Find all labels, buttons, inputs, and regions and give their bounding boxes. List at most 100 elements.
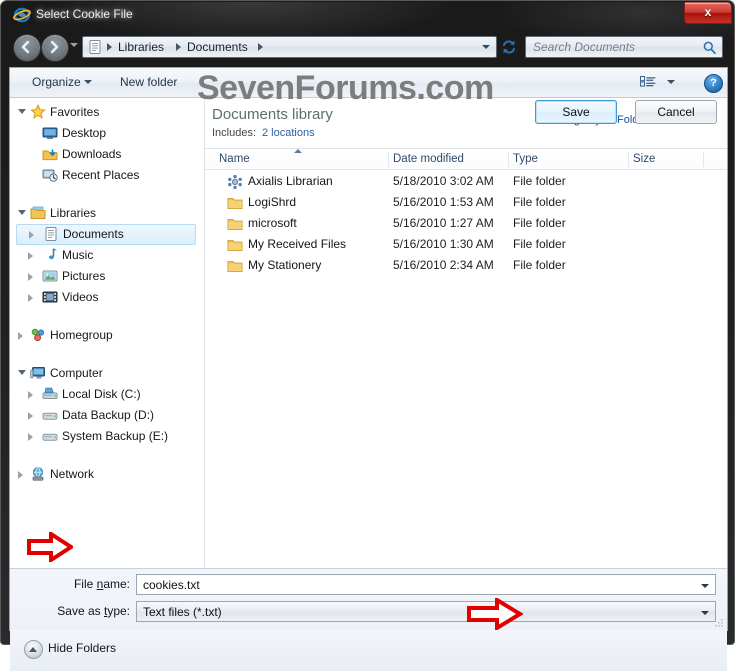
sidebar-item-videos[interactable]: Videos xyxy=(16,287,196,308)
address-chevron-down-icon[interactable] xyxy=(482,45,490,49)
resize-grip[interactable] xyxy=(713,617,724,628)
sidebar-item-desktop[interactable]: Desktop xyxy=(16,123,196,144)
folder-icon xyxy=(227,195,243,211)
sidebar-item-local-disk-c[interactable]: Local Disk (C:) xyxy=(16,384,196,405)
downloads-icon xyxy=(42,146,58,162)
breadcrumb-documents[interactable]: Documents xyxy=(187,40,248,54)
close-button[interactable]: x xyxy=(684,2,732,24)
recent-places-icon xyxy=(42,167,58,183)
expander-closed-icon[interactable] xyxy=(28,391,33,399)
cancel-button[interactable]: Cancel xyxy=(635,100,717,124)
type-cell: File folder xyxy=(513,195,566,209)
expander-closed-icon[interactable] xyxy=(18,332,23,340)
select-cookie-file-dialog: Select Cookie File x Libraries Documents… xyxy=(0,0,735,671)
sidebar-item-data-backup-d[interactable]: Data Backup (D:) xyxy=(16,405,196,426)
sidebar-item-homegroup[interactable]: Homegroup xyxy=(16,325,196,346)
table-row[interactable]: My Received Files 5/16/2010 1:30 AM File f… xyxy=(205,234,721,255)
recent-locations-chevron-down-icon[interactable] xyxy=(70,43,78,47)
search-placeholder: Search Documents xyxy=(533,40,636,54)
expander-closed-icon[interactable] xyxy=(28,294,33,302)
expander-open-icon[interactable] xyxy=(18,210,26,215)
file-list-pane: Documents library Includes: 2 locations … xyxy=(205,98,727,568)
desktop-icon xyxy=(42,125,58,141)
file-name-input[interactable]: cookies.txt xyxy=(136,574,716,595)
sidebar-item-label: Music xyxy=(62,248,94,262)
table-row[interactable]: LogiShrd 5/16/2010 1:53 AM File folder xyxy=(205,192,721,213)
column-divider[interactable] xyxy=(703,152,704,167)
title-bar: Select Cookie File x xyxy=(1,1,735,29)
sidebar-item-label: Network xyxy=(50,467,95,481)
table-row[interactable]: Axialis Librarian 5/18/2010 3:02 AM File f… xyxy=(205,171,721,192)
column-header-date-modified[interactable]: Date modified xyxy=(393,153,464,165)
library-includes-label: Includes: xyxy=(212,127,257,139)
organize-chevron-down-icon[interactable] xyxy=(84,80,92,84)
file-name-chevron-down-icon[interactable] xyxy=(701,584,709,588)
view-mode-chevron-down-icon[interactable] xyxy=(667,80,675,84)
sidebar-item-favorites[interactable]: Favorites xyxy=(16,102,196,123)
sidebar-item-label: Desktop xyxy=(62,126,107,140)
expander-closed-icon[interactable] xyxy=(29,231,34,239)
list-view-icon[interactable] xyxy=(640,76,656,94)
back-button[interactable] xyxy=(13,34,41,62)
document-icon xyxy=(43,226,59,242)
search-input[interactable]: Search Documents xyxy=(525,36,723,58)
column-headers: Name Date modified Type Size xyxy=(205,148,727,170)
expander-closed-icon[interactable] xyxy=(18,471,23,479)
sidebar-item-documents[interactable]: Documents xyxy=(16,224,196,245)
organize-button[interactable]: Organize xyxy=(32,75,81,89)
chevron-up-circle-icon xyxy=(24,640,43,659)
sidebar-item-network[interactable]: Network xyxy=(16,464,196,485)
sidebar-item-computer[interactable]: Computer xyxy=(16,363,196,384)
navigation-pane: Favorites Desktop Downloads Recent Places Li… xyxy=(10,98,205,568)
save-button[interactable]: Save xyxy=(535,100,617,124)
expander-open-icon[interactable] xyxy=(18,370,26,375)
sidebar-item-downloads[interactable]: Downloads xyxy=(16,144,196,165)
expander-open-icon[interactable] xyxy=(18,109,26,114)
forward-arrow-icon xyxy=(50,40,59,54)
refresh-icon xyxy=(503,40,515,54)
save-as-type-select[interactable]: Text files (*.txt) xyxy=(136,601,716,622)
expander-closed-icon[interactable] xyxy=(28,273,33,281)
system-drive-icon xyxy=(42,386,58,402)
file-name-value: cookies.txt xyxy=(143,578,200,592)
file-list: Axialis Librarian 5/18/2010 3:02 AM File f… xyxy=(205,171,727,566)
expander-closed-icon[interactable] xyxy=(28,412,33,420)
expander-closed-icon[interactable] xyxy=(28,433,33,441)
folder-icon xyxy=(227,237,243,253)
app-folder-icon xyxy=(227,174,243,190)
expander-closed-icon[interactable] xyxy=(28,252,33,260)
sidebar-item-label: Local Disk (C:) xyxy=(62,387,141,401)
library-locations-link[interactable]: 2 locations xyxy=(262,127,315,139)
breadcrumb-libraries[interactable]: Libraries xyxy=(118,40,164,54)
sidebar-item-libraries[interactable]: Libraries xyxy=(16,203,196,224)
videos-icon xyxy=(42,289,58,305)
breadcrumb-separator xyxy=(176,43,181,51)
column-divider[interactable] xyxy=(628,152,629,167)
star-icon xyxy=(30,103,46,120)
sidebar-item-recent-places[interactable]: Recent Places xyxy=(16,165,196,186)
refresh-button[interactable] xyxy=(498,36,520,58)
file-name-cell: My Stationery xyxy=(248,258,322,272)
column-header-name[interactable]: Name xyxy=(219,153,250,165)
column-header-size[interactable]: Size xyxy=(633,153,655,165)
documents-library-icon xyxy=(87,39,103,55)
help-button[interactable]: ? xyxy=(704,74,723,93)
window-title: Select Cookie File xyxy=(36,7,133,21)
library-title: Documents library xyxy=(212,106,333,123)
save-as-type-chevron-down-icon[interactable] xyxy=(701,611,709,615)
column-header-type[interactable]: Type xyxy=(513,153,538,165)
sidebar-item-label: Recent Places xyxy=(62,168,140,182)
dialog-client-area: Organize New folder ? Favorites Desktop Do… xyxy=(9,67,728,671)
forward-button[interactable] xyxy=(41,34,69,62)
new-folder-button[interactable]: New folder xyxy=(120,75,177,89)
sidebar-item-system-backup-e[interactable]: System Backup (E:) xyxy=(16,426,196,447)
sidebar-item-pictures[interactable]: Pictures xyxy=(16,266,196,287)
table-row[interactable]: microsoft 5/16/2010 1:27 AM File folder xyxy=(205,213,721,234)
sidebar-item-music[interactable]: Music xyxy=(16,245,196,266)
address-bar[interactable]: Libraries Documents xyxy=(82,36,497,58)
sidebar-item-label: Libraries xyxy=(50,206,97,220)
table-row[interactable]: My Stationery 5/16/2010 2:34 AM File folde… xyxy=(205,255,721,276)
column-divider[interactable] xyxy=(388,152,389,167)
file-name-cell: microsoft xyxy=(248,216,297,230)
column-divider[interactable] xyxy=(508,152,509,167)
